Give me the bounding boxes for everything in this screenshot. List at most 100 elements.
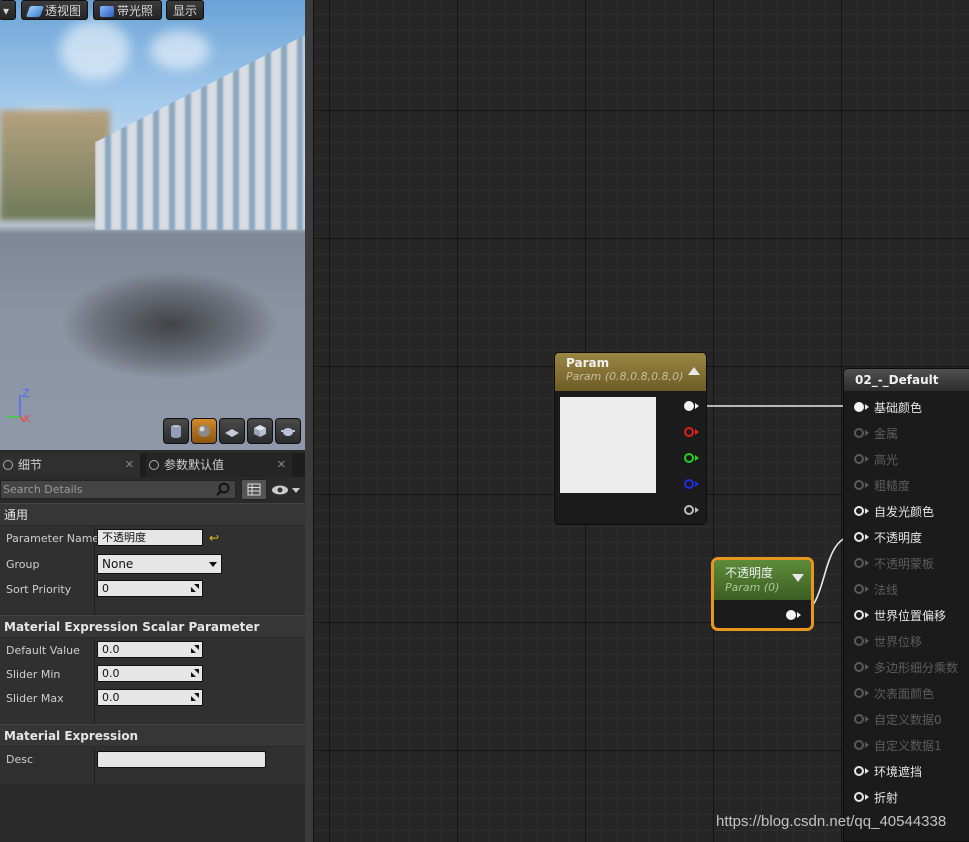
material-input-pin[interactable] (854, 610, 864, 620)
material-input-row[interactable]: 粗糙度 (844, 479, 969, 500)
material-input-row[interactable]: 不透明蒙板 (844, 557, 969, 578)
material-input-row[interactable]: 次表面颜色 (844, 687, 969, 708)
preview-plane-button[interactable] (219, 418, 245, 444)
search-details-input[interactable]: Search Details (0, 480, 236, 499)
category-material-expression[interactable]: Material Expression (0, 724, 305, 746)
category-scalar-title: Material Expression Scalar Parameter (4, 620, 260, 634)
output-b-pin[interactable] (684, 479, 694, 489)
default-value-field[interactable]: 0.0 (97, 641, 203, 658)
slider-max-field[interactable]: 0.0 (97, 689, 203, 706)
material-result-node[interactable]: 02_-_Default 基础颜色金属高光粗糙度自发光颜色不透明度不透明蒙板法线… (843, 368, 969, 842)
lit-button[interactable]: 带光照 (93, 0, 162, 20)
material-input-row[interactable]: 多边形细分乘数 (844, 661, 969, 682)
output-value-pin[interactable] (786, 610, 796, 620)
drag-value-icon (191, 669, 199, 677)
search-icon[interactable] (216, 482, 230, 496)
material-input-label: 折射 (874, 791, 899, 805)
material-input-pin[interactable] (854, 688, 864, 698)
material-input-pin[interactable] (854, 454, 864, 464)
sphere-icon (198, 425, 210, 437)
plane-icon (225, 429, 239, 437)
material-input-row[interactable]: 基础颜色 (844, 401, 969, 422)
material-input-row[interactable]: 不透明度 (844, 531, 969, 552)
slider-max-value: 0.0 (102, 691, 120, 704)
sort-priority-label: Sort Priority (6, 583, 72, 596)
cylinder-icon (171, 425, 181, 438)
property-matrix-button[interactable] (241, 479, 267, 500)
preview-cube-button[interactable] (247, 418, 273, 444)
preview-sphere-button[interactable] (191, 418, 217, 444)
material-input-row[interactable]: 世界位置偏移 (844, 609, 969, 630)
output-r-pin[interactable] (684, 427, 694, 437)
close-tab-icon[interactable]: ✕ (277, 453, 286, 477)
material-result-header[interactable]: 02_-_Default (844, 369, 969, 391)
chevron-down-icon[interactable] (792, 574, 804, 582)
material-input-pin[interactable] (854, 558, 864, 568)
material-input-row[interactable]: 自定义数据0 (844, 713, 969, 734)
output-rgb-pin[interactable] (684, 401, 694, 411)
show-button[interactable]: 显示 (166, 0, 204, 20)
material-input-pin[interactable] (854, 792, 864, 802)
material-input-pin[interactable] (854, 740, 864, 750)
details-tab-bar: 细节 ✕ 参数默认值 ✕ (0, 453, 305, 477)
material-input-pin[interactable] (854, 766, 864, 776)
drag-value-icon (191, 693, 199, 701)
sort-priority-field[interactable]: 0 (97, 580, 203, 597)
material-input-row[interactable]: 折射 (844, 791, 969, 812)
parameter-name-field[interactable]: 不透明度 (97, 529, 203, 546)
material-input-pin[interactable] (854, 532, 864, 542)
group-label: Group (6, 558, 40, 571)
group-combo[interactable]: None (97, 554, 222, 574)
material-input-row[interactable]: 自定义数据1 (844, 739, 969, 760)
material-input-pin[interactable] (854, 584, 864, 594)
category-general[interactable]: 通用 (0, 503, 305, 525)
material-graph[interactable]: Param Param (0.8,0.8,0.8,0) 不透明度 Param (… (314, 0, 969, 842)
tab-parameter-defaults[interactable]: 参数默认值 ✕ (146, 453, 292, 477)
slider-min-field[interactable]: 0.0 (97, 665, 203, 682)
chevron-down-icon (209, 562, 217, 567)
material-input-pin[interactable] (854, 402, 864, 412)
material-input-row[interactable]: 自发光颜色 (844, 505, 969, 526)
preview-shadow (60, 270, 280, 380)
material-input-pin[interactable] (854, 480, 864, 490)
panel-splitter[interactable] (305, 0, 314, 842)
material-input-pin[interactable] (854, 506, 864, 516)
pin-arrow-icon (865, 742, 869, 748)
globe-icon (149, 460, 159, 470)
material-input-pin[interactable] (854, 636, 864, 646)
visibility-options-icon[interactable] (270, 481, 302, 499)
pin-arrow-icon (695, 403, 699, 409)
material-input-row[interactable]: 金属 (844, 427, 969, 448)
desc-field[interactable] (97, 751, 266, 768)
preview-cylinder-button[interactable] (163, 418, 189, 444)
pin-arrow-icon (695, 429, 699, 435)
material-input-row[interactable]: 法线 (844, 583, 969, 604)
material-input-pin[interactable] (854, 714, 864, 724)
collapse-icon[interactable] (688, 367, 700, 375)
scalar-param-node[interactable]: 不透明度 Param (0) (711, 557, 814, 631)
reset-to-default-icon[interactable]: ↩ (209, 531, 219, 545)
material-input-label: 世界位置偏移 (874, 609, 947, 623)
pin-arrow-icon (865, 482, 869, 488)
tab-details[interactable]: 细节 ✕ (0, 453, 140, 477)
column-splitter[interactable] (94, 747, 95, 784)
category-scalar-parameter[interactable]: Material Expression Scalar Parameter (0, 615, 305, 637)
column-splitter[interactable] (94, 638, 95, 723)
material-input-row[interactable]: 世界位移 (844, 635, 969, 656)
close-tab-icon[interactable]: ✕ (125, 453, 134, 477)
material-input-label: 环境遮挡 (874, 765, 923, 779)
material-input-pin[interactable] (854, 428, 864, 438)
output-g-pin[interactable] (684, 453, 694, 463)
material-input-row[interactable]: 环境遮挡 (844, 765, 969, 786)
material-input-label: 自定义数据0 (874, 713, 942, 727)
pin-arrow-icon (865, 560, 869, 566)
perspective-button[interactable]: 透视图 (21, 0, 88, 20)
vector-param-header[interactable]: Param Param (0.8,0.8,0.8,0) (555, 353, 706, 391)
output-a-pin[interactable] (684, 505, 694, 515)
vector-param-node[interactable]: Param Param (0.8,0.8,0.8,0) (554, 352, 707, 525)
preview-viewport[interactable]: ▾ 透视图 带光照 显示 Z X (0, 0, 305, 450)
material-input-row[interactable]: 高光 (844, 453, 969, 474)
preview-teapot-button[interactable] (275, 418, 301, 444)
viewport-menu-button[interactable]: ▾ (0, 0, 16, 20)
material-input-pin[interactable] (854, 662, 864, 672)
